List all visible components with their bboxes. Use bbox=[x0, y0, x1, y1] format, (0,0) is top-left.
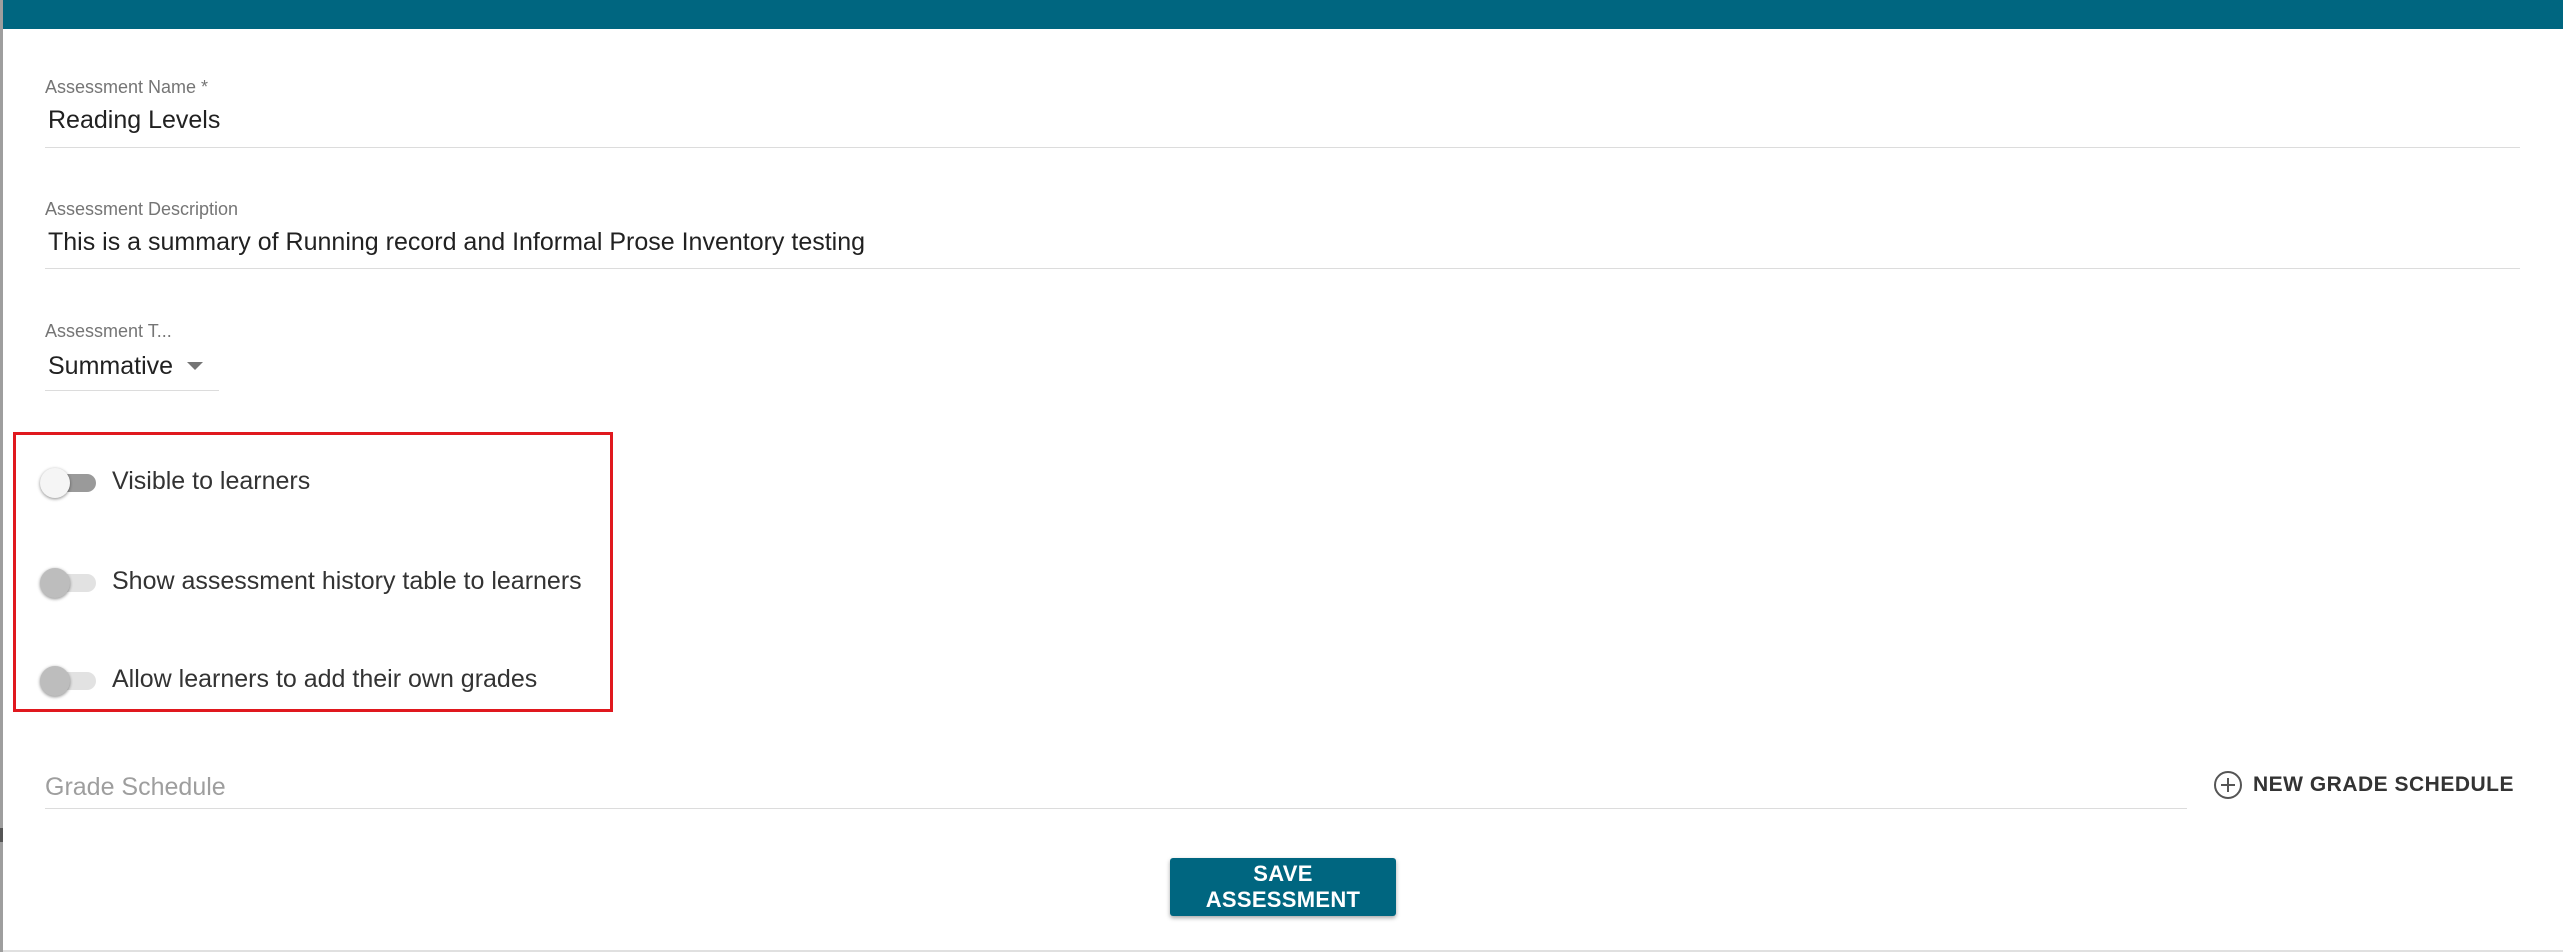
assessment-type-value-row[interactable]: Summative bbox=[45, 351, 204, 381]
switch-thumb bbox=[40, 666, 70, 696]
toggle-label-visible-to-learners: Visible to learners bbox=[112, 466, 311, 495]
grade-schedule-select[interactable]: Grade Schedule bbox=[45, 773, 226, 802]
chevron-down-icon[interactable] bbox=[187, 362, 204, 370]
assessment-description-underline bbox=[45, 268, 2520, 269]
assessment-name-input[interactable]: Reading Levels bbox=[45, 105, 220, 135]
grade-schedule-underline bbox=[45, 808, 2187, 809]
assessment-type-label: Assessment T... bbox=[45, 321, 172, 341]
toggle-label-allow-own-grades: Allow learners to add their own grades bbox=[112, 664, 538, 693]
new-grade-schedule-label: NEW GRADE SCHEDULE bbox=[2253, 773, 2515, 796]
assessment-name-label: Assessment Name * bbox=[45, 77, 209, 97]
window-left-edge bbox=[0, 0, 3, 952]
plus-circle-icon bbox=[2214, 771, 2242, 799]
assessment-name-field[interactable]: Assessment Name * Reading Levels bbox=[45, 76, 220, 135]
assessment-name-underline bbox=[45, 147, 2520, 148]
top-app-bar bbox=[3, 0, 2563, 29]
switch-thumb bbox=[40, 568, 70, 598]
assessment-description-input[interactable]: This is a summary of Running record and … bbox=[45, 227, 865, 257]
assessment-type-underline bbox=[45, 390, 219, 391]
switch-thumb bbox=[40, 468, 70, 498]
new-grade-schedule-button[interactable]: NEW GRADE SCHEDULE bbox=[2213, 770, 2514, 800]
toggle-show-history-table[interactable] bbox=[40, 566, 98, 598]
toggle-row-show-history-table[interactable]: Show assessment history table to learner… bbox=[40, 566, 582, 598]
assessment-type-select[interactable]: Assessment T... Summative bbox=[45, 320, 204, 381]
window-edge-marker bbox=[0, 828, 3, 842]
toggle-row-allow-own-grades[interactable]: Allow learners to add their own grades bbox=[40, 664, 538, 696]
toggle-row-visible-to-learners[interactable]: Visible to learners bbox=[40, 466, 311, 498]
toggle-label-show-history-table: Show assessment history table to learner… bbox=[112, 566, 582, 595]
save-assessment-button[interactable]: SAVE ASSESSMENT bbox=[1170, 858, 1396, 916]
assessment-description-label: Assessment Description bbox=[45, 199, 239, 219]
toggle-allow-own-grades[interactable] bbox=[40, 664, 98, 696]
assessment-description-field[interactable]: Assessment Description This is a summary… bbox=[45, 198, 865, 257]
toggle-visible-to-learners[interactable] bbox=[40, 466, 98, 498]
assessment-type-value: Summative bbox=[48, 352, 174, 380]
